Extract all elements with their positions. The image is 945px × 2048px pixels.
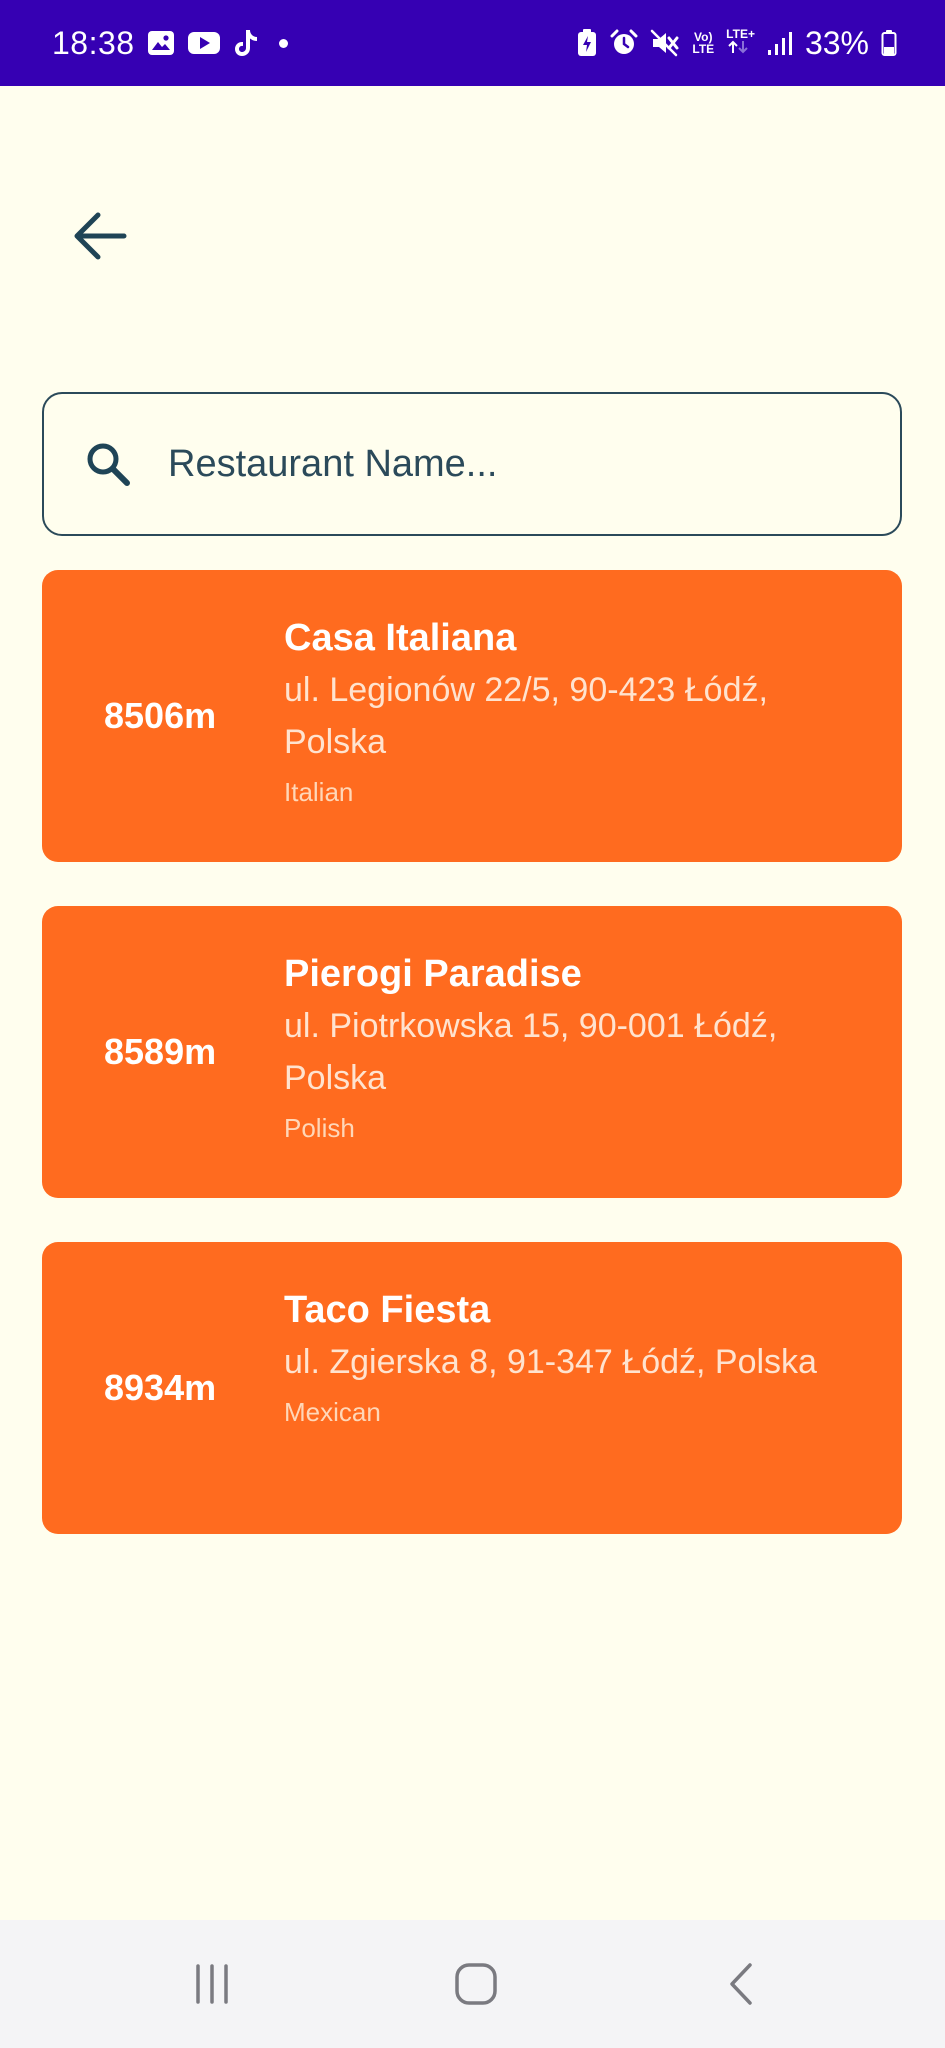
restaurant-address: ul. Piotrkowska 15, 90-001 Łódź, Polska — [284, 1007, 778, 1097]
battery-icon — [881, 29, 897, 57]
volte-icon: Vo) LTE — [692, 31, 714, 55]
network-bottom-label: LTE — [692, 42, 715, 56]
restaurant-address: ul. Zgierska 8, 91-347 Łódź, Polska — [284, 1343, 817, 1381]
back-nav-icon — [730, 1963, 752, 2005]
restaurant-name: Taco Fiesta — [284, 1289, 491, 1331]
search-icon — [80, 436, 136, 492]
main-content: 8506m Casa Italiana ul. Legionów 22/5, 9… — [0, 86, 945, 1920]
restaurant-cuisine: Italian — [284, 777, 354, 807]
home-icon — [455, 1963, 497, 2005]
network-type-label: LTE+ — [726, 26, 755, 41]
restaurant-name: Casa Italiana — [284, 617, 517, 659]
battery-percent: 33% — [804, 24, 869, 61]
signal-icon — [767, 30, 793, 56]
restaurant-distance: 8506m — [104, 695, 217, 736]
restaurant-address: ul. Legionów 22/5, 90-423 Łódź, Polska — [284, 671, 768, 761]
tiktok-icon — [233, 28, 259, 58]
search-input[interactable] — [166, 441, 850, 487]
status-right: Vo) LTE LTE+ 33% — [576, 25, 897, 62]
restaurant-info: Pierogi Paradise ul. Piotrkowska 15, 90-… — [284, 950, 874, 1146]
restaurant-card[interactable]: 8589m Pierogi Paradise ul. Piotrkowska 1… — [42, 906, 902, 1198]
restaurant-cuisine: Mexican — [284, 1397, 381, 1427]
mute-icon — [650, 29, 680, 57]
gallery-icon — [147, 30, 175, 56]
restaurant-name: Pierogi Paradise — [284, 953, 582, 995]
youtube-icon — [187, 30, 221, 56]
restaurant-card[interactable]: 8934m Taco Fiesta ul. Zgierska 8, 91-347… — [42, 1242, 902, 1534]
restaurant-info: Casa Italiana ul. Legionów 22/5, 90-423 … — [284, 614, 874, 810]
home-button[interactable] — [446, 1954, 506, 2014]
alarm-icon — [610, 29, 638, 57]
back-button[interactable] — [62, 198, 138, 274]
restaurant-cuisine: Polish — [284, 1113, 355, 1143]
status-left: 18:38 — [52, 25, 288, 62]
battery-saver-icon — [576, 28, 598, 58]
arrow-left-icon — [74, 212, 127, 260]
notification-dot — [278, 38, 288, 48]
system-nav-bar — [0, 1920, 945, 2048]
search-box[interactable] — [42, 392, 902, 536]
back-nav-button[interactable] — [712, 1954, 772, 2014]
recent-apps-button[interactable] — [182, 1954, 242, 2014]
restaurant-card[interactable]: 8506m Casa Italiana ul. Legionów 22/5, 9… — [42, 570, 902, 862]
lte-plus-icon: LTE+ — [726, 28, 755, 59]
recent-apps-icon — [196, 1964, 228, 2004]
restaurant-info: Taco Fiesta ul. Zgierska 8, 91-347 Łódź,… — [284, 1286, 874, 1430]
restaurant-distance: 8934m — [104, 1367, 217, 1408]
restaurant-distance: 8589m — [104, 1031, 217, 1072]
status-time: 18:38 — [52, 24, 135, 61]
status-bar: 18:38 Vo) LTE LTE+ 33% — [0, 0, 945, 86]
